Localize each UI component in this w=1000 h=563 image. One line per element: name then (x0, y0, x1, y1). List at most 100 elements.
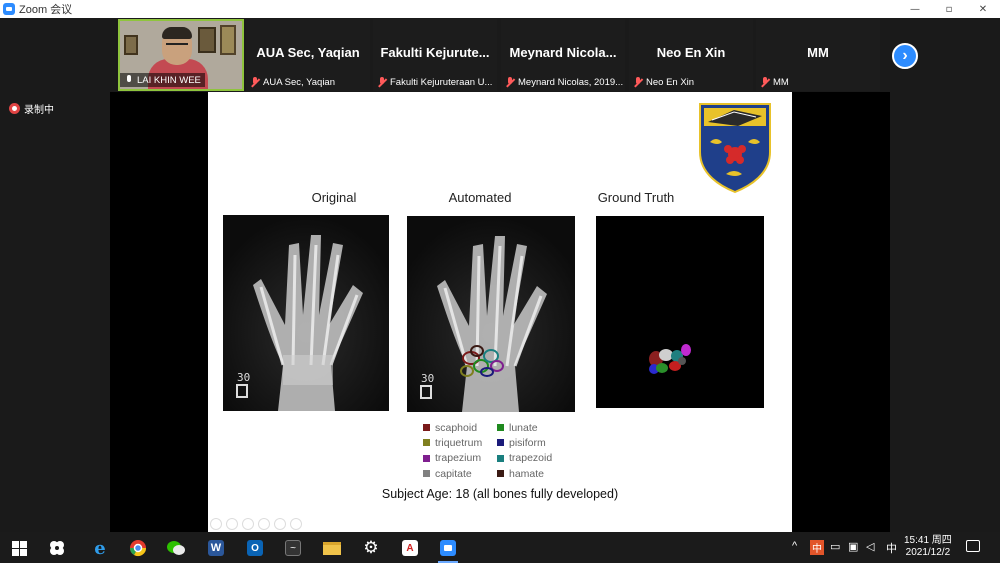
restore-button[interactable]: ▫ (932, 0, 966, 18)
file-explorer-icon[interactable] (322, 538, 342, 558)
participant-tile[interactable]: AUA Sec, Yaqian AUA Sec, Yaqian (246, 19, 370, 91)
pen-icon[interactable] (242, 518, 254, 530)
xray-marker: 30 (421, 372, 434, 385)
internet-explorer-icon[interactable]: e (90, 538, 110, 559)
battery-icon[interactable]: ▭ (830, 540, 840, 553)
participant-name: MM (773, 76, 789, 88)
subject-age-text: Subject Age: 18 (all bones fully develop… (381, 487, 619, 501)
legend-label: trapezoid (509, 452, 553, 465)
title-bar: Zoom 会议 — ▫ ✕ (0, 0, 1000, 18)
legend-swatch (423, 439, 430, 447)
participant-name: LAI KHIN WEE (137, 74, 201, 86)
xray-marker: 30 (237, 371, 250, 384)
legend-item: trapezoid (497, 452, 563, 464)
legend-label: lunate (509, 421, 538, 434)
chrome-icon[interactable] (128, 538, 148, 558)
clock-time: 15:41 周四 (904, 535, 952, 546)
legend-swatch (423, 454, 430, 462)
settings-gear-icon[interactable]: ⚙ (361, 538, 381, 558)
slide-toolbar (210, 518, 306, 530)
windows-taskbar: e W O ~ ⚙ A ^ 中 ▭ ▣ ◁ 中 15:41 周四 2021/12… (0, 532, 1000, 563)
pinwheel-app-icon[interactable] (47, 538, 67, 558)
legend-label: triquetrum (435, 436, 483, 449)
action-center-icon[interactable] (966, 540, 980, 552)
legend-swatch (497, 424, 504, 432)
slides-icon[interactable] (258, 518, 270, 530)
legend-swatch (423, 470, 430, 478)
participant-label: Fakulti Kejuruteraan U... (377, 75, 492, 89)
legend-label: scaphoid (435, 421, 478, 434)
participant-name: Meynard Nicolas, 2019... (518, 76, 624, 88)
participant-label: MM (760, 75, 789, 89)
clock-date: 2021/12/2 (905, 547, 951, 558)
participant-name: Neo En Xin (646, 76, 695, 88)
participant-tile[interactable]: MM MM (756, 19, 880, 91)
legend-item: trapezium (423, 452, 497, 464)
show-hidden-icons[interactable]: ^ (792, 540, 797, 552)
zoom-app-icon[interactable] (438, 538, 458, 558)
presentation-slide: Original Automated Ground Truth 30 30 sc… (208, 92, 792, 532)
xray-original-image: 30 (223, 215, 389, 411)
pdf-reader-icon[interactable]: A (400, 538, 420, 558)
participant-display-name: AUA Sec, Yaqian (256, 45, 360, 60)
participant-display-name: Fakulti Kejurute... (380, 45, 490, 60)
legend-swatch (423, 424, 430, 432)
participant-display-name: MM (807, 45, 829, 60)
chevron-right-icon[interactable]: › (892, 43, 918, 69)
participant-name: Fakulti Kejuruteraan U... (390, 76, 493, 88)
minimize-button[interactable]: — (898, 0, 932, 18)
zoom-meeting-window: Zoom 会议 — ▫ ✕ LAI KHIN WEE AUA Sec, Yaqi… (0, 0, 1000, 563)
ground-truth-image (596, 216, 764, 408)
caption-original: Original (311, 190, 357, 205)
ime-icon[interactable]: 中 (810, 540, 824, 555)
window-title: Zoom 会议 (19, 4, 73, 16)
participant-label: Meynard Nicolas, 2019... (505, 75, 623, 89)
legend-item: triquetrum (423, 437, 497, 449)
volume-icon[interactable]: ◁ (866, 540, 874, 553)
more-icon[interactable] (290, 518, 302, 530)
muted-mic-icon (760, 77, 770, 87)
xray-automated-image: 30 (407, 216, 575, 412)
legend-label: trapezium (435, 452, 482, 465)
outlook-icon[interactable]: O (245, 538, 265, 558)
muted-mic-icon (505, 77, 515, 87)
participant-tile[interactable]: Meynard Nicola... Meynard Nicolas, 2019.… (501, 19, 625, 91)
legend-item: hamate (497, 468, 563, 480)
muted-mic-icon (633, 77, 643, 87)
recording-indicator[interactable]: 录制中 (9, 101, 54, 116)
language-indicator[interactable]: 中 (886, 540, 897, 556)
participant-tile[interactable]: Neo En Xin Neo En Xin (629, 19, 753, 91)
university-crest-icon (699, 103, 771, 194)
legend-item: lunate (497, 422, 563, 434)
participant-label: Neo En Xin (633, 75, 694, 89)
segmentation-legend: scaphoid lunate triquetrum pisiform trap… (423, 420, 583, 481)
prev-slide-icon[interactable] (210, 518, 222, 530)
legend-item: scaphoid (423, 422, 497, 434)
participant-strip: LAI KHIN WEE AUA Sec, Yaqian AUA Sec, Ya… (0, 18, 1000, 92)
microphone-icon (124, 75, 134, 85)
legend-swatch (497, 439, 504, 447)
zoom-icon[interactable] (274, 518, 286, 530)
participant-name: AUA Sec, Yaqian (263, 76, 336, 88)
media-app-icon[interactable]: ~ (283, 538, 303, 558)
network-icon[interactable]: ▣ (848, 540, 858, 553)
record-icon (9, 103, 20, 114)
next-slide-icon[interactable] (226, 518, 238, 530)
close-button[interactable]: ✕ (966, 0, 1000, 18)
legend-swatch (497, 454, 504, 462)
legend-item: capitate (423, 468, 497, 480)
wechat-icon[interactable] (166, 538, 186, 558)
participant-tile[interactable]: Fakulti Kejurute... Fakulti Kejuruteraan… (373, 19, 497, 91)
participant-label: AUA Sec, Yaqian (250, 75, 335, 89)
legend-label: hamate (509, 467, 545, 480)
word-icon[interactable]: W (206, 538, 226, 558)
legend-label: capitate (435, 467, 472, 480)
muted-mic-icon (377, 77, 387, 87)
legend-swatch (497, 470, 504, 478)
windows-start-icon[interactable] (10, 538, 30, 558)
system-clock[interactable]: 15:41 周四 2021/12/2 (904, 535, 952, 559)
muted-mic-icon (250, 77, 260, 87)
participant-tile[interactable]: LAI KHIN WEE (118, 19, 244, 91)
participant-label: LAI KHIN WEE (120, 73, 205, 87)
participant-display-name: Neo En Xin (656, 45, 726, 60)
